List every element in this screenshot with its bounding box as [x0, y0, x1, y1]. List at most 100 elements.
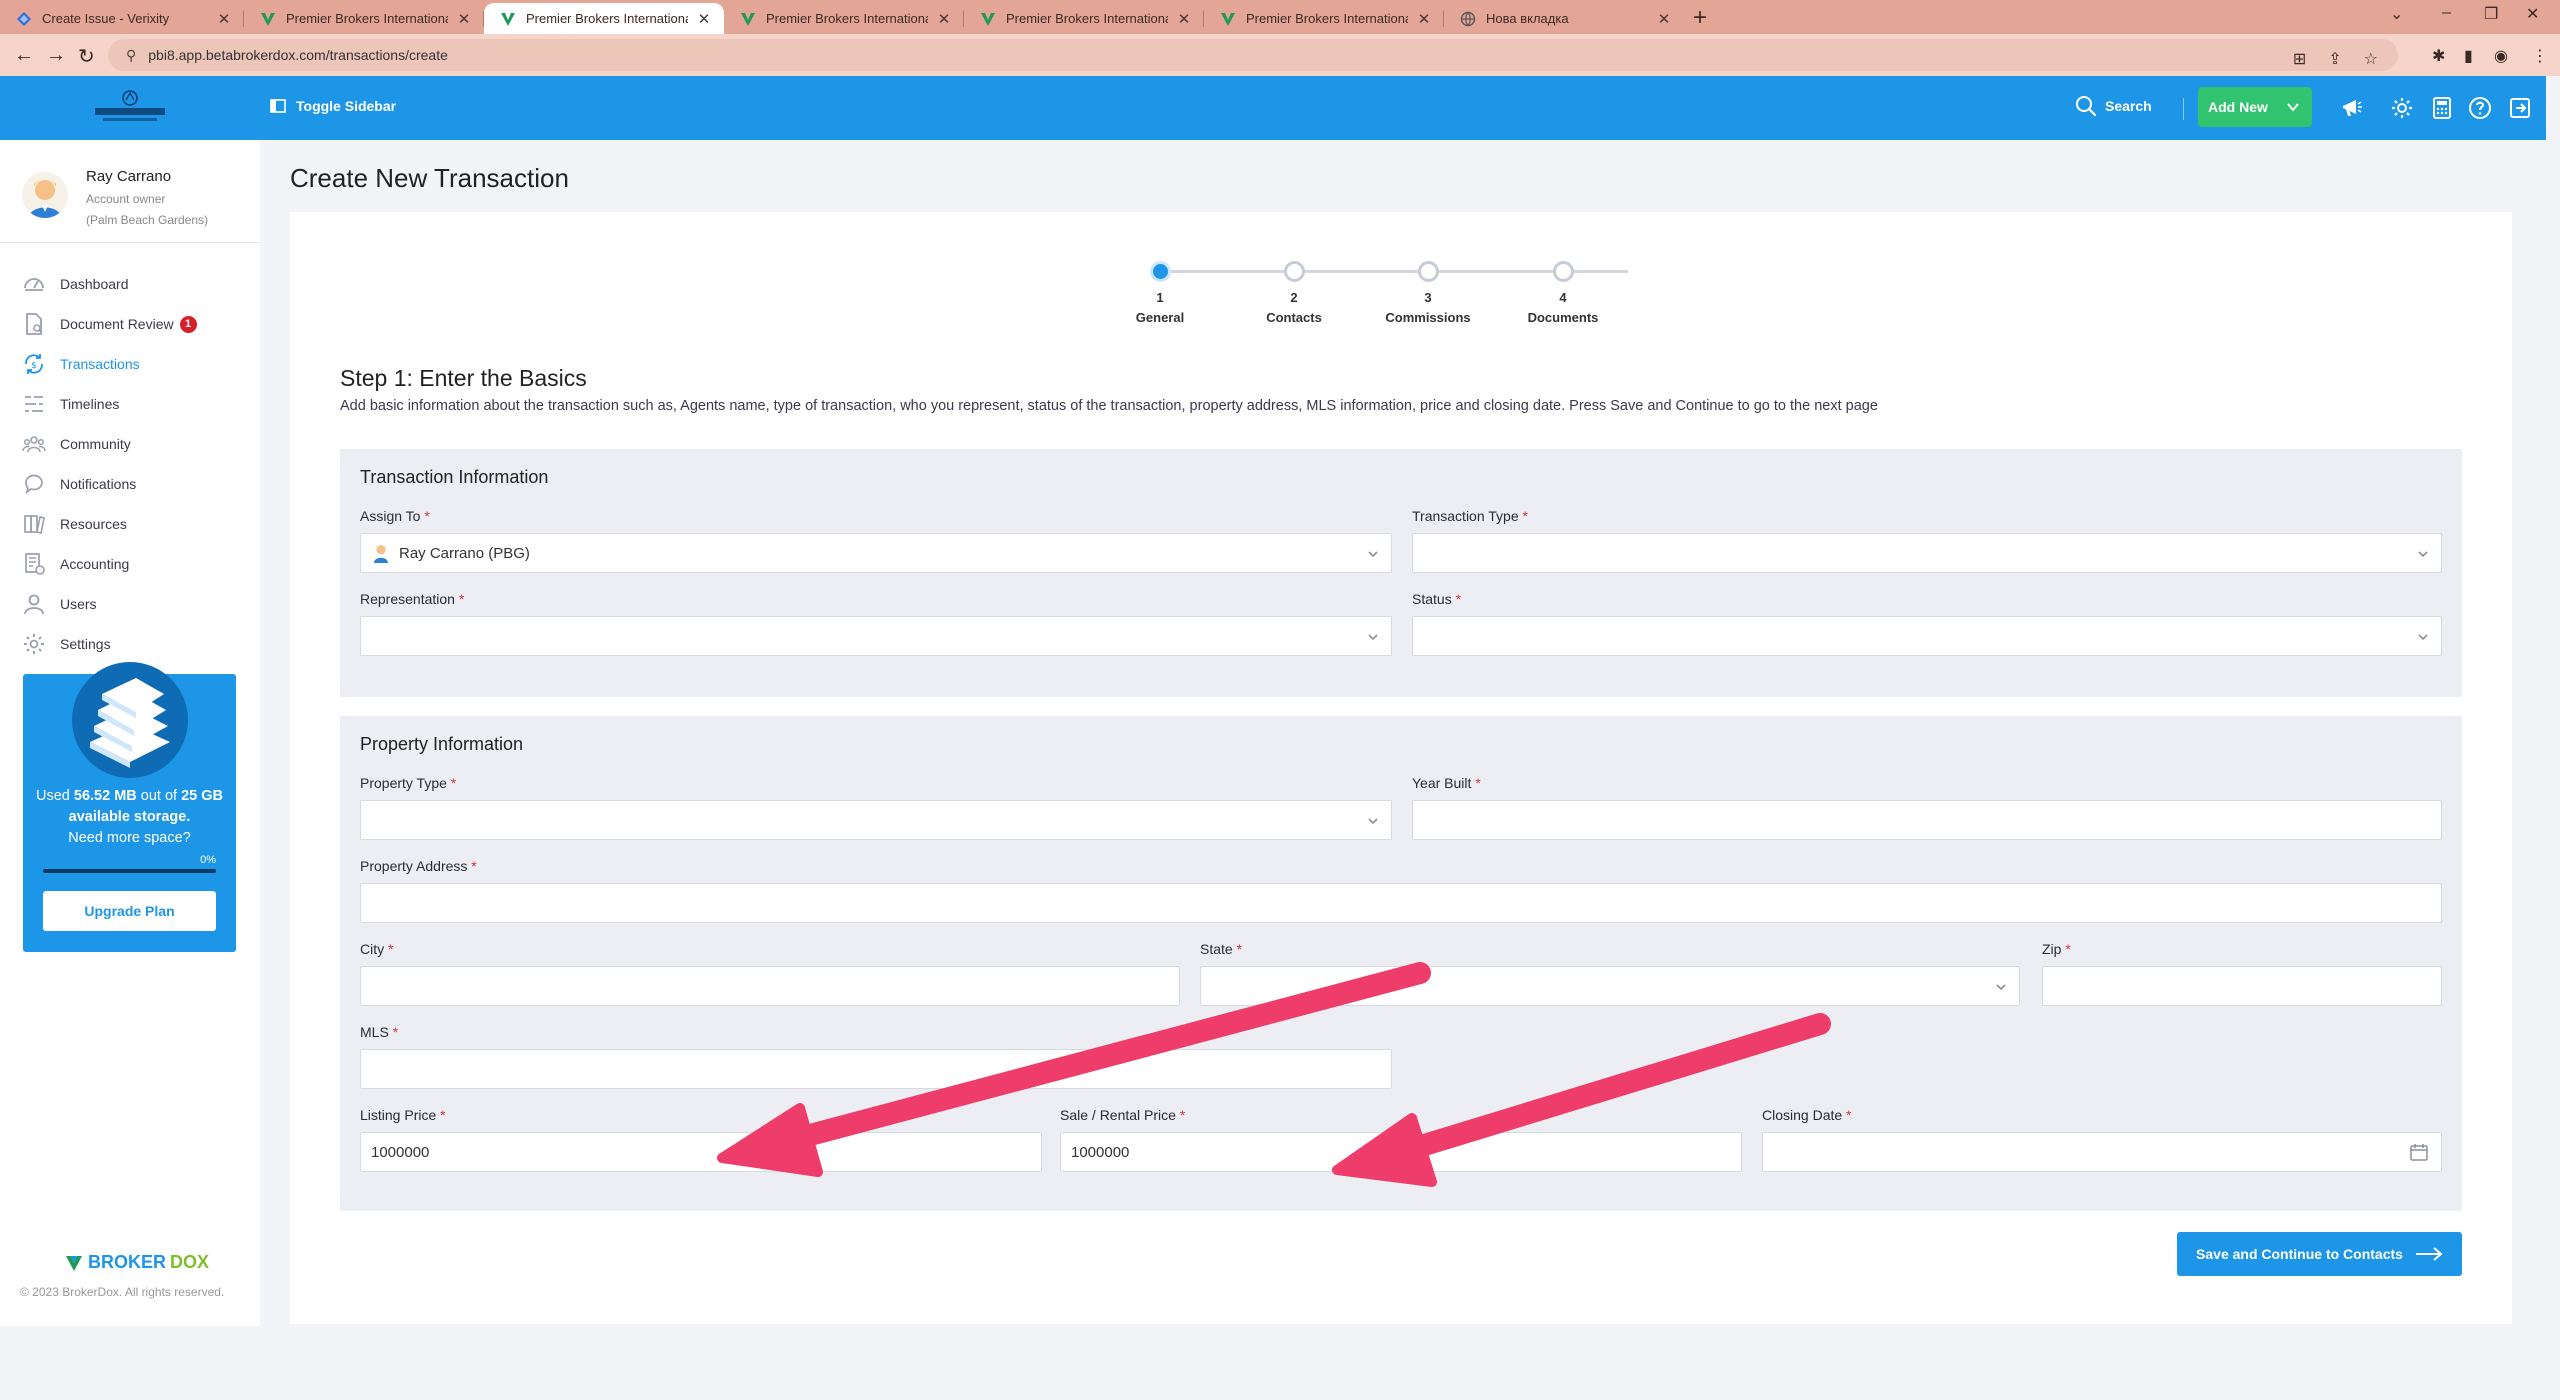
browser-toolbar: ← → ↻ ⚲ pbi8.app.betabrokerdox.com/trans… — [0, 34, 2560, 76]
step-dot-contacts[interactable] — [1284, 261, 1305, 282]
step-dot-commissions[interactable] — [1418, 261, 1439, 282]
save-and-continue-button[interactable]: Save and Continue to Contacts — [2177, 1232, 2462, 1276]
browser-tab[interactable]: Premier Brokers International Br ✕ — [724, 3, 964, 34]
step-number: 2 — [1290, 290, 1298, 305]
sidebar-item-dashboard[interactable]: Dashboard — [22, 264, 252, 304]
brokerdox-icon — [981, 12, 995, 26]
brokerdox-icon — [741, 12, 755, 26]
add-new-button[interactable]: Add New — [2198, 87, 2312, 127]
side-panel-icon[interactable]: ▮ — [2464, 46, 2473, 66]
bookmark-star-icon[interactable]: ☆ — [2364, 49, 2378, 69]
toggle-sidebar-button[interactable]: Toggle Sidebar — [270, 98, 396, 114]
help-icon[interactable] — [2468, 96, 2492, 120]
logout-icon[interactable] — [2508, 96, 2532, 120]
browser-tab[interactable]: Create Issue - Verixity ✕ — [0, 3, 244, 34]
section-title: Property Information — [360, 734, 524, 754]
sidebar-item-users[interactable]: Users — [22, 584, 252, 624]
minimize-icon[interactable]: – — [2442, 4, 2451, 22]
browser-tab[interactable]: Нова вкладка ✕ — [1444, 3, 1684, 34]
calculator-icon[interactable] — [2430, 96, 2454, 120]
step-label: Commissions — [1385, 310, 1471, 325]
announcement-icon[interactable] — [2340, 96, 2364, 120]
property-type-label: Property Type * — [360, 775, 457, 791]
year-built-input[interactable] — [1412, 800, 2442, 840]
user-office: (Palm Beach Gardens) — [86, 213, 209, 227]
calendar-icon[interactable] — [2409, 1142, 2429, 1162]
listing-price-value: 1000000 — [371, 1143, 430, 1161]
mls-input[interactable] — [360, 1049, 1392, 1089]
transaction-type-select[interactable] — [1412, 533, 2442, 573]
search-button[interactable]: Search — [2075, 95, 2152, 117]
close-icon[interactable]: ✕ — [696, 10, 712, 28]
close-icon[interactable]: ✕ — [1416, 10, 1432, 28]
listing-price-label: Listing Price * — [360, 1107, 446, 1123]
profile-icon[interactable]: ◉ — [2494, 46, 2508, 66]
verixity-icon — [17, 11, 31, 26]
resources-icon — [24, 515, 45, 534]
chevron-down-icon — [1996, 984, 2006, 991]
sidebar-item-settings[interactable]: Settings — [22, 624, 252, 664]
zip-input[interactable] — [2042, 966, 2442, 1006]
sidebar-item-timelines[interactable]: Timelines — [22, 384, 252, 424]
sidebar-item-notifications[interactable]: Notifications — [22, 464, 252, 504]
tab-title: Create Issue - Verixity — [42, 11, 170, 26]
restore-icon[interactable]: ❐ — [2484, 4, 2498, 24]
sidebar-menu: Dashboard Document Review 1 $ Transactio… — [22, 264, 252, 664]
listing-price-input[interactable]: 1000000 — [360, 1132, 1042, 1172]
sidebar-item-resources[interactable]: Resources — [22, 504, 252, 544]
close-window-icon[interactable]: ✕ — [2526, 4, 2539, 24]
gear-icon[interactable] — [2390, 96, 2414, 120]
chevron-down-icon[interactable]: ⌄ — [2390, 4, 2403, 24]
site-info-icon[interactable]: ⚲ — [126, 47, 136, 64]
upgrade-plan-button[interactable]: Upgrade Plan — [43, 891, 216, 931]
sale-price-label: Sale / Rental Price * — [1060, 1107, 1186, 1123]
share-icon[interactable]: ⇪ — [2328, 49, 2341, 69]
property-address-input[interactable] — [360, 883, 2442, 923]
forward-icon[interactable]: → — [46, 44, 66, 67]
storage-progress-bar — [43, 869, 216, 873]
sale-price-input[interactable]: 1000000 — [1060, 1132, 1742, 1172]
sidebar-item-community[interactable]: Community — [22, 424, 252, 464]
sidebar-item-label: Accounting — [60, 556, 130, 572]
tab-title: Premier Brokers International Br — [766, 11, 928, 26]
closing-date-input[interactable] — [1762, 1132, 2442, 1172]
status-select[interactable] — [1412, 616, 2442, 656]
browser-tab[interactable]: Premier Brokers International Br ✕ — [244, 3, 484, 34]
property-information-section: Property Information Property Type * Yea… — [340, 716, 2462, 1211]
user-profile[interactable]: Ray Carrano Account owner (Palm Beach Ga… — [22, 162, 252, 232]
sidebar-item-transactions[interactable]: $ Transactions — [22, 344, 252, 384]
property-type-select[interactable] — [360, 800, 1392, 840]
browser-tab[interactable]: Premier Brokers International Br ✕ — [1204, 3, 1444, 34]
close-icon[interactable]: ✕ — [1176, 10, 1192, 28]
close-icon[interactable]: ✕ — [1656, 10, 1672, 28]
close-icon[interactable]: ✕ — [456, 10, 472, 28]
translate-icon[interactable]: ⊞ — [2293, 49, 2306, 69]
assign-to-select[interactable]: Ray Carrano (PBG) — [360, 533, 1392, 573]
browser-tab-bar: Create Issue - Verixity ✕ Premier Broker… — [0, 0, 2560, 34]
sidebar-item-accounting[interactable]: Accounting — [22, 544, 252, 584]
back-icon[interactable]: ← — [14, 44, 34, 67]
wizard-stepper: 1 2 3 4 General Contacts Commissions Doc… — [1136, 258, 1650, 328]
step-dot-general[interactable] — [1150, 261, 1171, 282]
reload-icon[interactable]: ↻ — [78, 44, 95, 69]
storage-card: Used 56.52 MB out of 25 GB available sto… — [23, 662, 236, 952]
sidebar: Ray Carrano Account owner (Palm Beach Ga… — [0, 140, 260, 1326]
new-tab-button[interactable]: + — [1693, 4, 1707, 32]
city-input[interactable] — [360, 966, 1180, 1006]
address-bar[interactable]: ⚲ pbi8.app.betabrokerdox.com/transaction… — [108, 39, 2398, 71]
extensions-icon[interactable]: ✱ — [2432, 46, 2445, 66]
representation-label: Representation * — [360, 591, 465, 607]
representation-select[interactable] — [360, 616, 1392, 656]
browser-tab[interactable]: Premier Brokers International Br ✕ — [964, 3, 1204, 34]
close-icon[interactable]: ✕ — [216, 10, 232, 28]
step-dot-documents[interactable] — [1553, 261, 1574, 282]
state-select[interactable] — [1200, 966, 2020, 1006]
browser-tab-active[interactable]: Premier Brokers International Br ✕ — [484, 3, 724, 34]
sidebar-item-document-review[interactable]: Document Review 1 — [22, 304, 252, 344]
browser-menu-icon[interactable]: ⋮ — [2532, 46, 2548, 66]
close-icon[interactable]: ✕ — [936, 10, 952, 28]
globe-icon — [1460, 11, 1476, 26]
chevron-down-icon — [2287, 103, 2299, 112]
sidebar-item-label: Notifications — [60, 476, 137, 492]
notifications-icon — [25, 474, 43, 495]
